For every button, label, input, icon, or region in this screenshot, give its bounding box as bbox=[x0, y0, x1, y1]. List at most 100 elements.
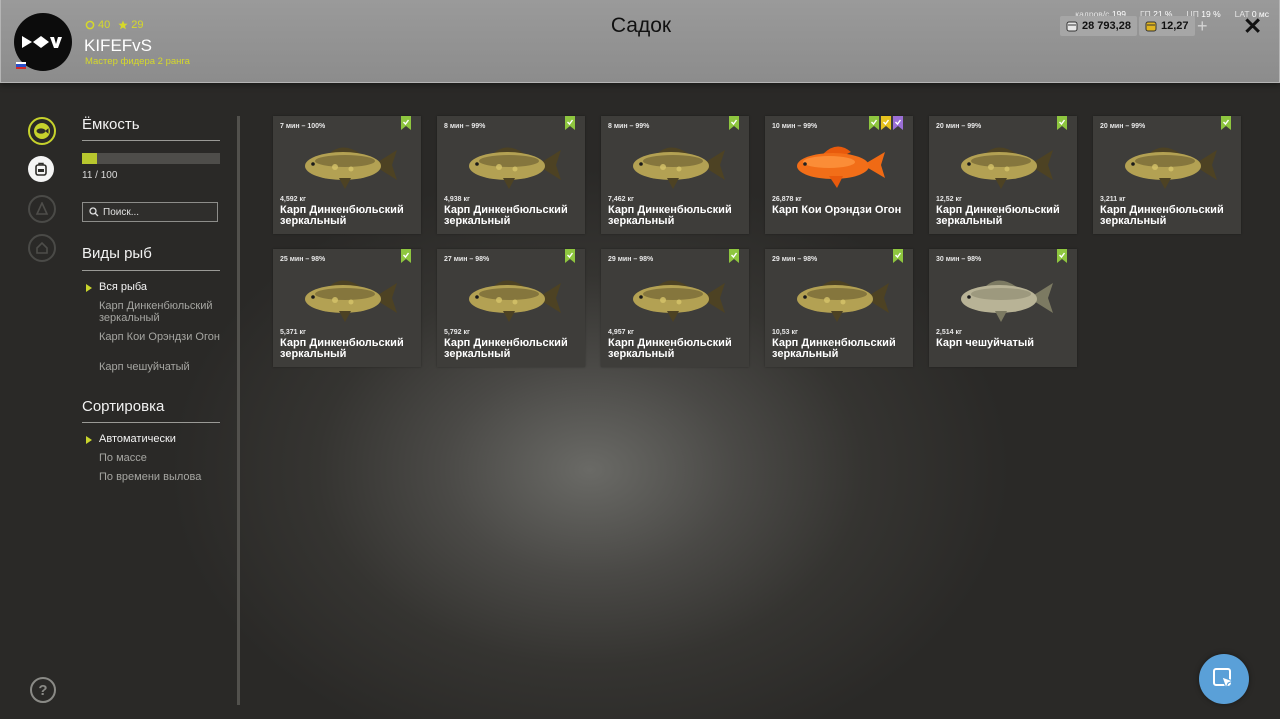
card-badges bbox=[729, 116, 739, 130]
home-tab[interactable] bbox=[28, 234, 56, 262]
card-badges bbox=[869, 116, 903, 130]
green-bookmark-icon bbox=[729, 249, 739, 263]
purple-bookmark-icon bbox=[893, 116, 903, 130]
sort-by-catch-time[interactable]: По времени вылова bbox=[99, 471, 229, 484]
silver-amount: 28 793,28 bbox=[1082, 20, 1131, 32]
backpack-icon bbox=[35, 162, 47, 176]
species-heading: Виды рыб bbox=[82, 245, 152, 262]
fish-weight: 12,52 кг bbox=[936, 196, 962, 203]
green-bookmark-icon bbox=[729, 116, 739, 130]
green-bookmark-icon bbox=[1057, 249, 1067, 263]
catch-time: 29 мин – 98% bbox=[772, 256, 818, 263]
fish-card[interactable]: 27 мин – 98% 5,792 кг Карп Динкенбюльский … bbox=[437, 249, 585, 367]
catch-time: 10 мин – 99% bbox=[772, 123, 818, 130]
catch-time: 8 мин – 99% bbox=[444, 123, 486, 130]
cursor-select-icon bbox=[1213, 668, 1235, 690]
search-field[interactable] bbox=[82, 202, 218, 222]
fish-weight: 7,462 кг bbox=[608, 196, 634, 203]
fish-weight: 5,792 кг bbox=[444, 329, 470, 336]
common-carp-image bbox=[961, 280, 1053, 322]
mirror-carp-image bbox=[797, 280, 889, 322]
mirror-carp-image bbox=[633, 147, 725, 189]
gold-balance[interactable]: 12,27 bbox=[1139, 16, 1195, 36]
green-bookmark-icon bbox=[401, 249, 411, 263]
koi-carp-image bbox=[797, 146, 885, 188]
species-filter-common-carp[interactable]: Карп чешуйчатый bbox=[99, 361, 229, 374]
species-filter-koi[interactable]: Карп Кои Орэндзи Огон bbox=[99, 331, 229, 344]
fish-card[interactable]: 20 мин – 99% 3,211 кг Карп Динкенбюльский … bbox=[1093, 116, 1241, 234]
catch-time: 25 мин – 98% bbox=[280, 256, 326, 263]
catch-time: 20 мин – 99% bbox=[936, 123, 982, 130]
fish-card[interactable]: 7 мин – 100% 4,592 кг Карп Динкенбюльский … bbox=[273, 116, 421, 234]
fish-name: Карп Динкенбюльский зеркальный bbox=[936, 204, 1060, 227]
cursor-mode-button[interactable] bbox=[1199, 654, 1249, 704]
fish-card[interactable]: 20 мин – 99% 12,52 кг Карп Динкенбюльский … bbox=[929, 116, 1077, 234]
mirror-carp-image bbox=[961, 147, 1053, 189]
silver-balance[interactable]: 28 793,28 bbox=[1060, 16, 1137, 36]
capacity-bar bbox=[82, 153, 220, 164]
green-bookmark-icon bbox=[565, 116, 575, 130]
search-input[interactable] bbox=[99, 206, 213, 218]
fish-name: Карп Кои Орэндзи Огон bbox=[772, 204, 902, 216]
card-badges bbox=[729, 249, 739, 263]
boat-tab[interactable] bbox=[28, 195, 56, 223]
divider bbox=[82, 270, 220, 271]
fish-weight: 4,957 кг bbox=[608, 329, 634, 336]
fish-card[interactable]: 8 мин – 99% 4,938 кг Карп Динкенбюльский з… bbox=[437, 116, 585, 234]
catch-time: 29 мин – 98% bbox=[608, 256, 654, 263]
sort-auto[interactable]: Автоматически bbox=[99, 433, 229, 446]
fish-weight: 4,592 кг bbox=[280, 196, 306, 203]
fish-card[interactable]: 10 мин – 99% 26,878 кг Карп Кои Орэндзи Ог… bbox=[765, 116, 913, 234]
fish-weight: 26,878 кг bbox=[772, 196, 802, 203]
card-badges bbox=[1057, 116, 1067, 130]
card-badges bbox=[401, 116, 411, 130]
divider bbox=[82, 422, 220, 423]
player-rank: Мастер фидера 2 ранга bbox=[85, 56, 190, 67]
selected-arrow-icon bbox=[86, 284, 92, 292]
species-filter-mirror-carp[interactable]: Карп Динкенбюльский зеркальный bbox=[99, 300, 229, 324]
mirror-carp-image bbox=[305, 147, 397, 189]
species-filter-all[interactable]: Вся рыба bbox=[99, 281, 229, 294]
fish-card[interactable]: 25 мин – 98% 5,371 кг Карп Динкенбюльский … bbox=[273, 249, 421, 367]
fish-card[interactable]: 29 мин – 98% 10,53 кг Карп Динкенбюльский … bbox=[765, 249, 913, 367]
fish-name: Карп Динкенбюльский зеркальный bbox=[608, 337, 732, 360]
fish-name: Карп чешуйчатый bbox=[936, 337, 1034, 349]
green-bookmark-icon bbox=[1221, 116, 1231, 130]
mirror-carp-image bbox=[305, 280, 397, 322]
mirror-carp-image bbox=[469, 280, 561, 322]
home-icon bbox=[36, 241, 48, 254]
inventory-tab[interactable] bbox=[28, 156, 54, 182]
close-button[interactable]: ✕ bbox=[1243, 14, 1262, 38]
catch-time: 27 мин – 98% bbox=[444, 256, 490, 263]
selected-arrow-icon bbox=[86, 436, 92, 444]
green-bookmark-icon bbox=[893, 249, 903, 263]
sort-heading: Сортировка bbox=[82, 398, 165, 415]
fish-name: Карп Динкенбюльский зеркальный bbox=[1100, 204, 1224, 227]
card-badges bbox=[1057, 249, 1067, 263]
capacity-bar-fill bbox=[82, 153, 98, 164]
mirror-carp-image bbox=[1125, 147, 1217, 189]
silver-coins-icon bbox=[1066, 21, 1078, 32]
card-badges bbox=[565, 249, 575, 263]
fish-weight: 10,53 кг bbox=[772, 329, 798, 336]
fish-name: Карп Динкенбюльский зеркальный bbox=[772, 337, 896, 360]
search-icon bbox=[89, 207, 99, 217]
fish-name: Карп Динкенбюльский зеркальный bbox=[280, 337, 404, 360]
gold-coins-icon bbox=[1145, 21, 1157, 32]
help-button[interactable]: ? bbox=[30, 677, 56, 703]
card-badges bbox=[893, 249, 903, 263]
keepnet-tab[interactable] bbox=[28, 117, 56, 145]
fish-weight: 2,514 кг bbox=[936, 329, 962, 336]
fish-card[interactable]: 8 мин – 99% 7,462 кг Карп Динкенбюльский з… bbox=[601, 116, 749, 234]
top-bar: 40 29 KIFEFvS Мастер фидера 2 ранга Садо… bbox=[0, 0, 1280, 83]
fish-card[interactable]: 30 мин – 98% 2,514 кг Карп чешуйчатый bbox=[929, 249, 1077, 367]
divider bbox=[82, 140, 220, 141]
green-bookmark-icon bbox=[401, 116, 411, 130]
fish-card[interactable]: 29 мин – 98% 4,957 кг Карп Динкенбюльский … bbox=[601, 249, 749, 367]
capacity-heading: Ёмкость bbox=[82, 116, 140, 133]
card-badges bbox=[565, 116, 575, 130]
sort-by-weight[interactable]: По массе bbox=[99, 452, 229, 465]
green-bookmark-icon bbox=[1057, 116, 1067, 130]
fish-name: Карп Динкенбюльский зеркальный bbox=[608, 204, 732, 227]
add-currency-button[interactable]: + bbox=[1197, 17, 1208, 35]
